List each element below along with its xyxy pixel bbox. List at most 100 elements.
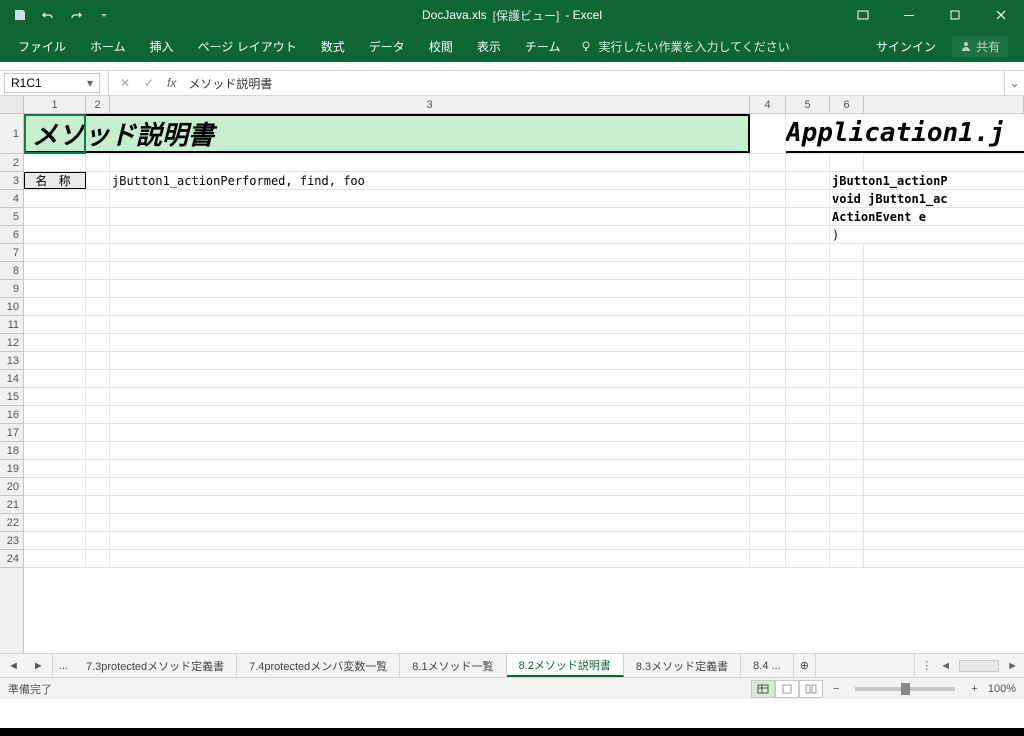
horizontal-scrollbar[interactable] — [959, 660, 999, 672]
cell[interactable] — [786, 352, 830, 369]
zoom-slider[interactable] — [855, 687, 955, 691]
cell[interactable] — [110, 190, 750, 207]
cell[interactable] — [786, 262, 830, 279]
formula-input[interactable]: メソッド説明書 — [182, 75, 1004, 92]
cell[interactable] — [110, 460, 750, 477]
cell[interactable] — [110, 352, 750, 369]
cell[interactable] — [786, 532, 830, 549]
tab-nav-next-icon[interactable]: ► — [33, 660, 44, 672]
cell[interactable] — [864, 388, 1024, 405]
cell[interactable] — [24, 316, 86, 333]
cell[interactable] — [24, 280, 86, 297]
cell[interactable] — [750, 262, 786, 279]
cell[interactable] — [24, 208, 86, 225]
cell[interactable] — [86, 352, 110, 369]
cell[interactable] — [110, 226, 750, 243]
signin-link[interactable]: サインイン — [876, 38, 936, 55]
cell[interactable] — [86, 172, 110, 189]
cell[interactable] — [830, 280, 864, 297]
col-header[interactable]: 3 — [110, 96, 750, 113]
cell[interactable] — [750, 442, 786, 459]
expand-formula-bar-button[interactable]: ⌄ — [1004, 71, 1024, 95]
row-header[interactable]: 8 — [0, 262, 23, 280]
cell[interactable] — [86, 532, 110, 549]
cell[interactable] — [24, 388, 86, 405]
cell[interactable] — [830, 352, 864, 369]
cell[interactable] — [110, 514, 750, 531]
cell[interactable] — [750, 406, 786, 423]
cell[interactable] — [86, 190, 110, 207]
cell[interactable] — [830, 406, 864, 423]
row-header[interactable]: 24 — [0, 550, 23, 568]
cell[interactable] — [786, 478, 830, 495]
row-header[interactable]: 4 — [0, 190, 23, 208]
cell[interactable] — [86, 406, 110, 423]
cell[interactable] — [110, 298, 750, 315]
row-header[interactable]: 5 — [0, 208, 23, 226]
cell[interactable] — [864, 550, 1024, 567]
col-header[interactable]: 6 — [830, 96, 864, 113]
cell[interactable]: void jButton1_ac — [830, 190, 1024, 207]
cell[interactable] — [750, 550, 786, 567]
save-button[interactable] — [8, 3, 32, 27]
cell[interactable] — [86, 316, 110, 333]
col-header[interactable]: 4 — [750, 96, 786, 113]
cell[interactable] — [24, 262, 86, 279]
cell[interactable] — [864, 406, 1024, 423]
row-header[interactable]: 2 — [0, 154, 23, 172]
cell[interactable] — [750, 190, 786, 207]
cell[interactable] — [86, 514, 110, 531]
cell[interactable] — [110, 442, 750, 459]
tab-file[interactable]: ファイル — [6, 30, 78, 62]
cell[interactable] — [864, 244, 1024, 261]
cell[interactable] — [864, 370, 1024, 387]
view-pagelayout-button[interactable] — [775, 680, 799, 698]
hscroll-right-icon[interactable]: ► — [1007, 660, 1018, 672]
cell[interactable] — [86, 424, 110, 441]
cell[interactable] — [864, 478, 1024, 495]
zoom-out-button[interactable]: − — [833, 683, 839, 695]
cell[interactable] — [786, 496, 830, 513]
cell[interactable] — [24, 226, 86, 243]
cell[interactable] — [786, 424, 830, 441]
cell[interactable] — [864, 532, 1024, 549]
row-header[interactable]: 21 — [0, 496, 23, 514]
cell[interactable] — [786, 388, 830, 405]
row-header[interactable]: 13 — [0, 352, 23, 370]
tab-formulas[interactable]: 数式 — [309, 30, 357, 62]
cell[interactable] — [864, 262, 1024, 279]
cell[interactable] — [864, 334, 1024, 351]
cell[interactable] — [24, 370, 86, 387]
cell[interactable] — [24, 496, 86, 513]
cell[interactable] — [750, 280, 786, 297]
cell[interactable] — [750, 298, 786, 315]
cell[interactable] — [830, 424, 864, 441]
cell[interactable] — [86, 208, 110, 225]
tab-nav-prev-icon[interactable]: ◄ — [8, 660, 19, 672]
sheet-tab[interactable]: 8.3メソッド定義書 — [624, 654, 741, 677]
cell[interactable] — [24, 460, 86, 477]
cell[interactable] — [750, 316, 786, 333]
cell[interactable] — [830, 298, 864, 315]
row-header[interactable]: 3 — [0, 172, 23, 190]
cell[interactable] — [86, 244, 110, 261]
cell[interactable] — [86, 550, 110, 567]
maximize-button[interactable] — [932, 0, 978, 30]
cell[interactable] — [786, 334, 830, 351]
cell[interactable] — [864, 316, 1024, 333]
cell[interactable] — [24, 352, 86, 369]
cell[interactable] — [830, 550, 864, 567]
cell[interactable]: jButton1_actionP — [830, 172, 1024, 189]
tab-view[interactable]: 表示 — [465, 30, 513, 62]
cell[interactable] — [110, 424, 750, 441]
name-label-cell[interactable]: 名 称 — [24, 172, 86, 189]
cell[interactable] — [750, 496, 786, 513]
col-header[interactable]: 1 — [24, 96, 86, 113]
row-header[interactable]: 6 — [0, 226, 23, 244]
cell[interactable] — [750, 460, 786, 477]
cell[interactable] — [24, 532, 86, 549]
row-header[interactable]: 10 — [0, 298, 23, 316]
cell[interactable] — [24, 298, 86, 315]
cell[interactable] — [830, 154, 864, 171]
cell[interactable] — [110, 406, 750, 423]
